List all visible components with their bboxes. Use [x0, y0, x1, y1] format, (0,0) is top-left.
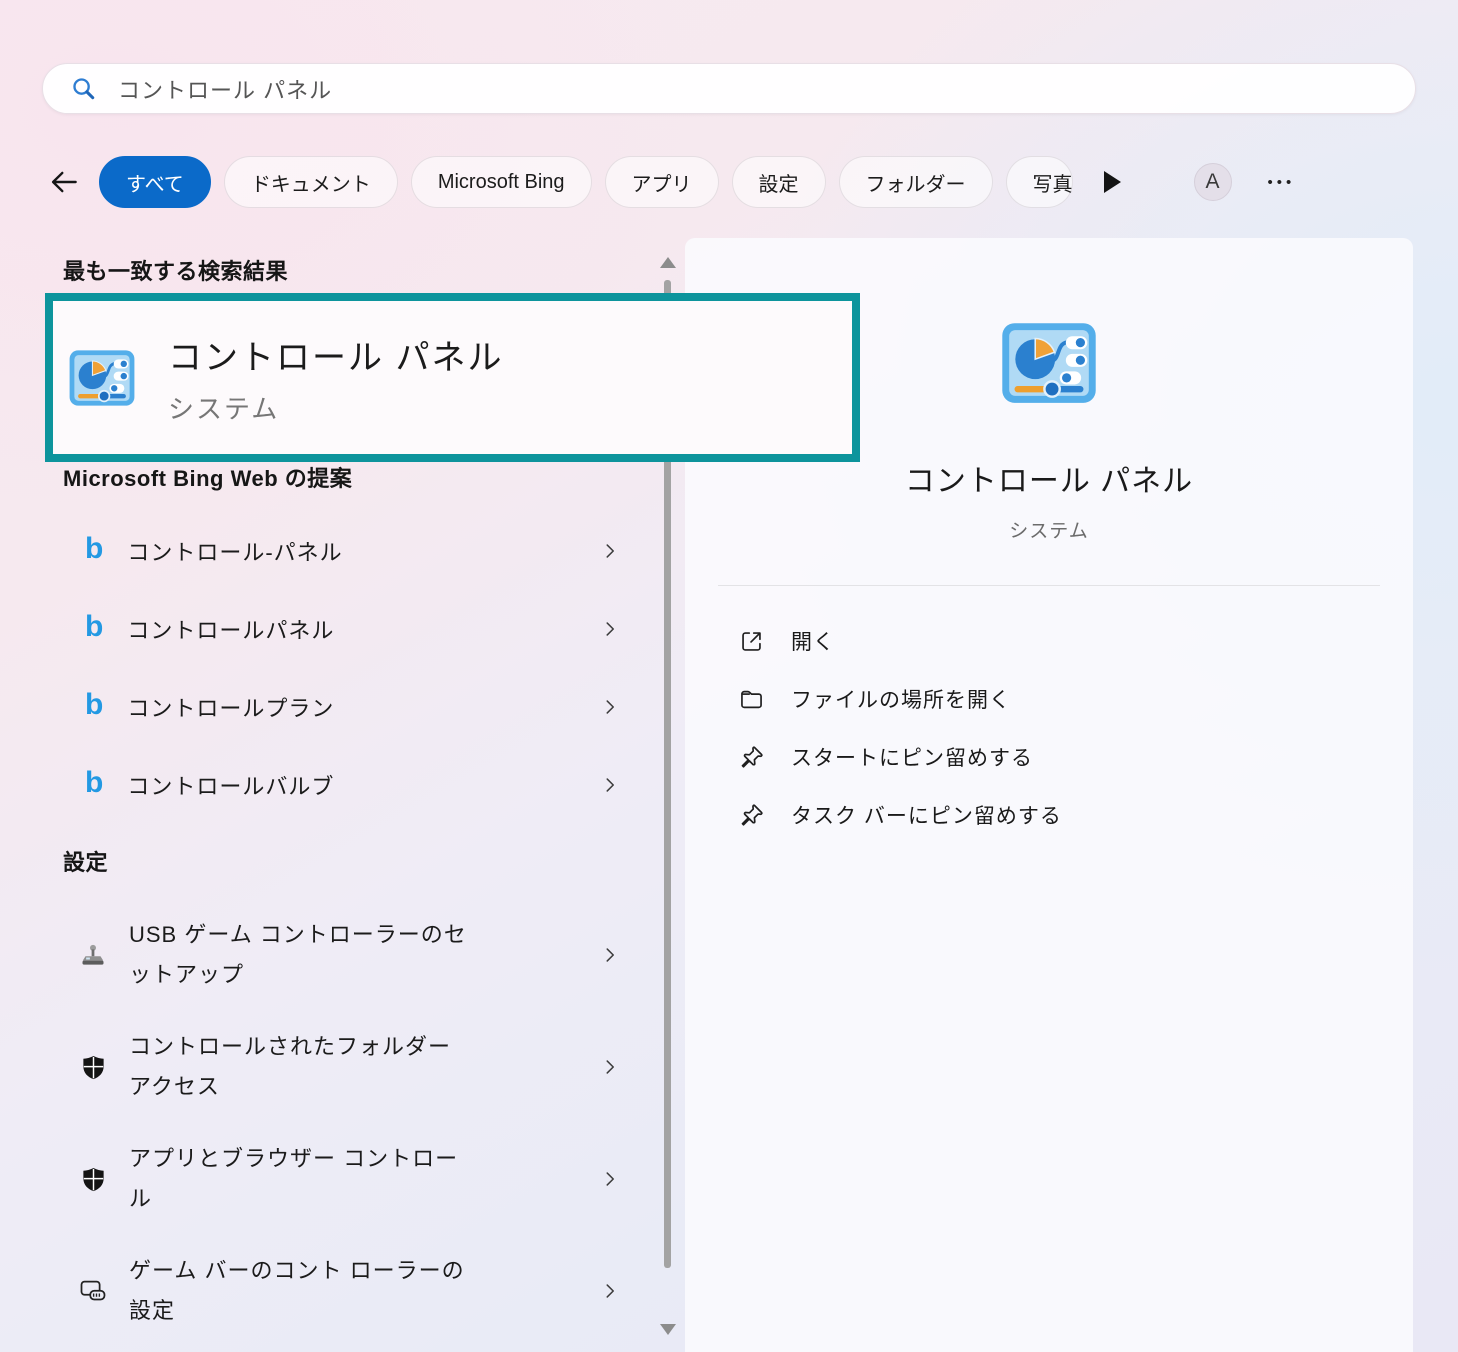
shield-icon — [77, 1166, 109, 1193]
back-button[interactable] — [42, 165, 86, 199]
filter-tab-settings[interactable]: 設定 — [732, 156, 826, 208]
filter-tab-bing[interactable]: Microsoft Bing — [411, 156, 592, 208]
chevron-right-icon — [599, 1280, 621, 1302]
chevron-right-icon — [599, 696, 621, 718]
chevron-right-icon — [599, 540, 621, 562]
windows-search-panel: コントロール パネル すべて ドキュメント Microsoft Bing アプリ… — [0, 0, 1458, 1352]
bing-suggestion-row[interactable]: b コントロールパネル — [45, 601, 657, 657]
chevron-right-icon — [599, 944, 621, 966]
filter-tab-photos-clipped[interactable]: 写真 — [1006, 156, 1073, 208]
scrollbar-down-arrow-icon[interactable] — [660, 1324, 676, 1335]
pin-to-taskbar-action[interactable]: タスク バーにピン留めする — [685, 786, 1413, 844]
more-options-button[interactable]: ••• — [1268, 174, 1296, 191]
control-panel-icon — [68, 344, 136, 412]
best-match-result[interactable]: コントロール パネル システム — [45, 293, 860, 462]
bing-suggestion-label: コントロールプラン — [127, 691, 334, 723]
bing-icon: b — [85, 768, 103, 798]
open-icon — [737, 628, 765, 655]
open-action[interactable]: 開く — [685, 612, 1413, 670]
chevron-right-icon — [599, 1168, 621, 1190]
search-input[interactable]: コントロール パネル — [118, 73, 332, 105]
settings-result-row[interactable]: コントロールされたフォルダー アクセス — [45, 1019, 657, 1115]
action-label: スタートにピン留めする — [791, 742, 1033, 772]
pin-icon — [737, 744, 765, 771]
search-bar[interactable]: コントロール パネル — [42, 63, 1416, 114]
pin-icon — [737, 802, 765, 829]
filter-tab-all[interactable]: すべて — [99, 156, 211, 208]
control-panel-icon — [1000, 314, 1098, 412]
bing-suggestions-heading: Microsoft Bing Web の提案 — [63, 461, 352, 493]
settings-result-row[interactable]: アプリとブラウザー コントロー ル — [45, 1131, 657, 1227]
filter-tab-photos[interactable]: 写真 — [1006, 156, 1073, 208]
bing-icon: b — [85, 534, 103, 564]
preview-subtitle: システム — [1009, 516, 1088, 543]
more-filters-icon[interactable] — [1104, 171, 1121, 193]
chevron-right-icon — [599, 774, 621, 796]
avatar[interactable]: A — [1194, 163, 1232, 201]
settings-item-label: USB ゲーム コントローラーのセ ットアップ — [129, 915, 467, 995]
preview-title: コントロール パネル — [905, 456, 1193, 500]
best-match-text: コントロール パネル システム — [168, 330, 503, 426]
settings-item-label: コントロールされたフォルダー アクセス — [129, 1027, 451, 1107]
best-match-heading: 最も一致する検索結果 — [63, 254, 288, 286]
settings-item-label: アプリとブラウザー コントロー ル — [129, 1139, 458, 1219]
settings-heading: 設定 — [63, 845, 108, 877]
bing-suggestion-label: コントロール-パネル — [127, 535, 342, 567]
pin-to-start-action[interactable]: スタートにピン留めする — [685, 728, 1413, 786]
shield-icon — [77, 1054, 109, 1081]
best-match-title: コントロール パネル — [168, 330, 503, 379]
back-arrow-icon — [47, 165, 81, 199]
filter-tab-folders[interactable]: フォルダー — [839, 156, 993, 208]
search-icon — [70, 75, 97, 102]
open-file-location-action[interactable]: ファイルの場所を開く — [685, 670, 1413, 728]
scrollbar-up-arrow-icon[interactable] — [660, 257, 676, 268]
filter-row: すべて ドキュメント Microsoft Bing アプリ 設定 フォルダー 写… — [42, 155, 1416, 209]
filter-tab-apps[interactable]: アプリ — [605, 156, 719, 208]
best-match-subtitle: システム — [168, 389, 503, 426]
usb-game-controller-icon — [77, 940, 109, 970]
action-list: 開く ファイルの場所を開く スタートにピン留めする — [685, 612, 1413, 844]
divider — [718, 585, 1380, 586]
filter-tab-documents[interactable]: ドキュメント — [224, 156, 398, 208]
bing-suggestion-row[interactable]: b コントロールプラン — [45, 679, 657, 735]
folder-icon — [737, 686, 765, 713]
bing-icon: b — [85, 690, 103, 720]
bing-suggestion-row[interactable]: b コントロール-パネル — [45, 523, 657, 579]
bing-suggestion-label: コントロールパネル — [127, 613, 334, 645]
action-label: 開く — [791, 626, 835, 656]
settings-result-row[interactable]: USB ゲーム コントローラーのセ ットアップ — [45, 907, 657, 1003]
settings-item-label: ゲーム バーのコント ローラーの 設定 — [129, 1251, 465, 1331]
settings-result-row[interactable]: ゲーム バーのコント ローラーの 設定 — [45, 1243, 657, 1339]
bing-suggestion-row[interactable]: b コントロールバルブ — [45, 757, 657, 813]
chevron-right-icon — [599, 1056, 621, 1078]
bing-suggestion-label: コントロールバルブ — [127, 769, 334, 801]
chevron-right-icon — [599, 618, 621, 640]
bing-icon: b — [85, 612, 103, 642]
action-label: タスク バーにピン留めする — [791, 800, 1062, 830]
action-label: ファイルの場所を開く — [791, 684, 1011, 714]
game-bar-icon — [77, 1276, 109, 1306]
